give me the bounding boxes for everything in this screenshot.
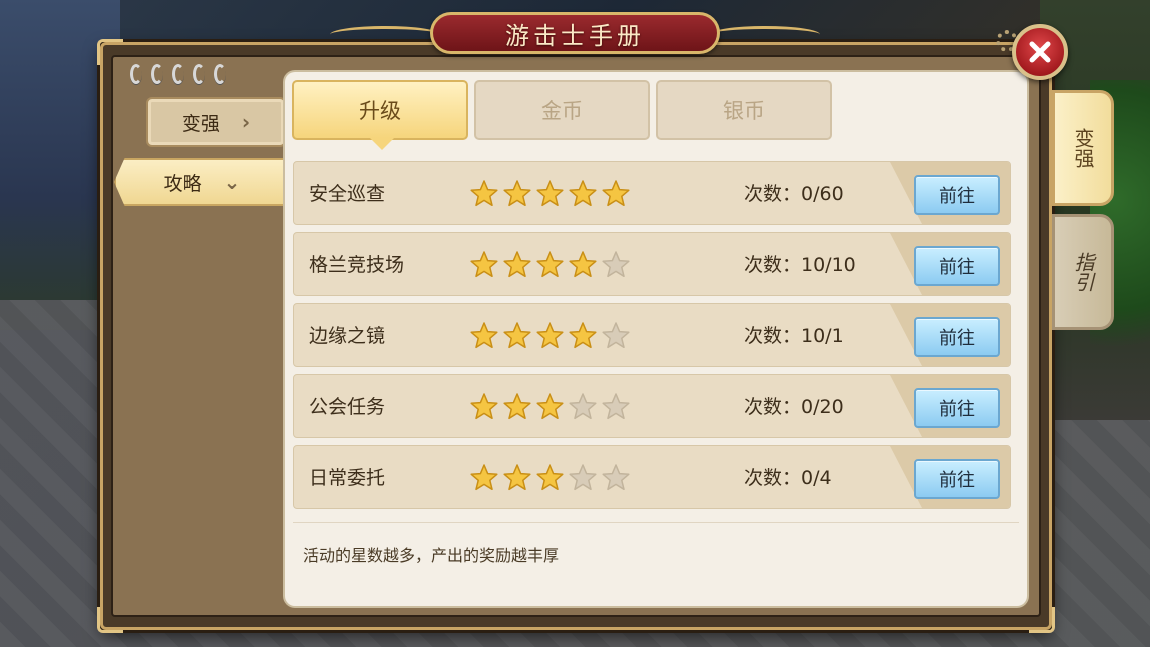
star-empty-icon — [569, 464, 597, 491]
tab-label: 金币 — [541, 99, 583, 123]
sidebar-item-label: 变强 — [181, 112, 220, 135]
activity-row: 边缘之镜 次数：10/1 前往 — [293, 303, 1011, 367]
sidebar-item-label: 攻略 — [163, 172, 202, 195]
go-button[interactable]: 前往 — [914, 246, 1000, 286]
star-filled-icon — [470, 393, 498, 420]
star-filled-icon — [503, 393, 531, 420]
star-empty-icon — [602, 322, 630, 349]
star-empty-icon — [602, 393, 630, 420]
star-rating — [469, 250, 631, 280]
sidebar-item-strengthen[interactable]: 变强 › — [146, 97, 286, 147]
binder-rings — [130, 64, 226, 84]
ring-icon — [130, 64, 142, 84]
close-button[interactable] — [1012, 24, 1068, 80]
star-filled-icon — [536, 251, 564, 278]
activity-count: 次数：0/60 — [744, 183, 844, 205]
go-button-label: 前往 — [939, 399, 975, 420]
activity-count: 次数：0/4 — [744, 467, 832, 489]
title-flourish-right — [710, 26, 820, 43]
activity-row: 格兰竞技场 次数：10/10 前往 — [293, 232, 1011, 296]
activity-name: 格兰竞技场 — [309, 254, 405, 276]
side-tab-strengthen[interactable]: 变强 — [1052, 90, 1114, 206]
activity-row: 日常委托 次数：0/4 前往 — [293, 445, 1011, 509]
tab-silver[interactable]: 银币 — [656, 80, 832, 140]
tab-label: 升级 — [359, 99, 401, 123]
star-rating — [469, 392, 631, 422]
star-filled-icon — [503, 322, 531, 349]
go-button-label: 前往 — [939, 257, 975, 278]
sidebar-item-guide[interactable]: 攻略 ⌄ — [114, 158, 290, 206]
star-filled-icon — [602, 180, 630, 207]
star-filled-icon — [470, 251, 498, 278]
star-rating — [469, 463, 631, 493]
side-tab-guide[interactable]: 指引 — [1052, 214, 1114, 330]
star-empty-icon — [602, 251, 630, 278]
go-button-label: 前往 — [939, 186, 975, 207]
go-button-label: 前往 — [939, 328, 975, 349]
star-filled-icon — [569, 322, 597, 349]
star-filled-icon — [470, 464, 498, 491]
activity-name: 边缘之镜 — [309, 325, 386, 347]
star-filled-icon — [569, 180, 597, 207]
go-button[interactable]: 前往 — [914, 175, 1000, 215]
star-filled-icon — [470, 322, 498, 349]
title-flourish-left — [330, 26, 440, 43]
chevron-right-icon: › — [241, 110, 251, 134]
close-icon — [1029, 41, 1051, 63]
activity-name: 公会任务 — [309, 396, 386, 418]
activity-count: 次数：10/1 — [744, 325, 844, 347]
star-empty-icon — [569, 393, 597, 420]
activity-name: 日常委托 — [309, 467, 386, 489]
star-filled-icon — [569, 251, 597, 278]
star-filled-icon — [503, 464, 531, 491]
ring-icon — [172, 64, 184, 84]
title-plate: 游击士手册 — [430, 12, 720, 54]
chevron-down-icon: ⌄ — [223, 170, 241, 194]
star-filled-icon — [536, 322, 564, 349]
star-filled-icon — [470, 180, 498, 207]
hint-text: 活动的星数越多，产出的奖励越丰厚 — [303, 546, 560, 565]
window-title: 游击士手册 — [505, 21, 645, 50]
main-panel: 升级 金币 银币 安全巡查 次数：0/60 前往 格兰竞技场 次数：10/10 … — [285, 72, 1027, 606]
go-button-label: 前往 — [939, 470, 975, 491]
divider — [293, 522, 1019, 523]
star-empty-icon — [602, 464, 630, 491]
star-rating — [469, 179, 631, 209]
title-banner: 游击士手册 — [330, 8, 820, 60]
tab-levelup[interactable]: 升级 — [292, 80, 468, 150]
go-button[interactable]: 前往 — [914, 459, 1000, 499]
star-filled-icon — [536, 393, 564, 420]
tab-bar: 升级 金币 银币 — [292, 80, 832, 150]
ring-icon — [151, 64, 163, 84]
side-tab-label: 指引 — [1071, 252, 1095, 292]
activity-count: 次数：10/10 — [744, 254, 856, 276]
star-filled-icon — [503, 180, 531, 207]
ring-icon — [214, 64, 226, 84]
star-rating — [469, 321, 631, 351]
activity-row: 安全巡查 次数：0/60 前往 — [293, 161, 1011, 225]
activity-list: 安全巡查 次数：0/60 前往 格兰竞技场 次数：10/10 前往 边缘之镜 次… — [293, 161, 1011, 516]
tab-gold[interactable]: 金币 — [474, 80, 650, 140]
tab-label: 银币 — [723, 99, 765, 123]
activity-name: 安全巡查 — [309, 183, 386, 205]
star-filled-icon — [536, 180, 564, 207]
activity-count: 次数：0/20 — [744, 396, 844, 418]
go-button[interactable]: 前往 — [914, 317, 1000, 357]
star-filled-icon — [536, 464, 564, 491]
go-button[interactable]: 前往 — [914, 388, 1000, 428]
ring-icon — [193, 64, 205, 84]
star-filled-icon — [503, 251, 531, 278]
side-tab-label: 变强 — [1071, 128, 1095, 168]
activity-row: 公会任务 次数：0/20 前往 — [293, 374, 1011, 438]
